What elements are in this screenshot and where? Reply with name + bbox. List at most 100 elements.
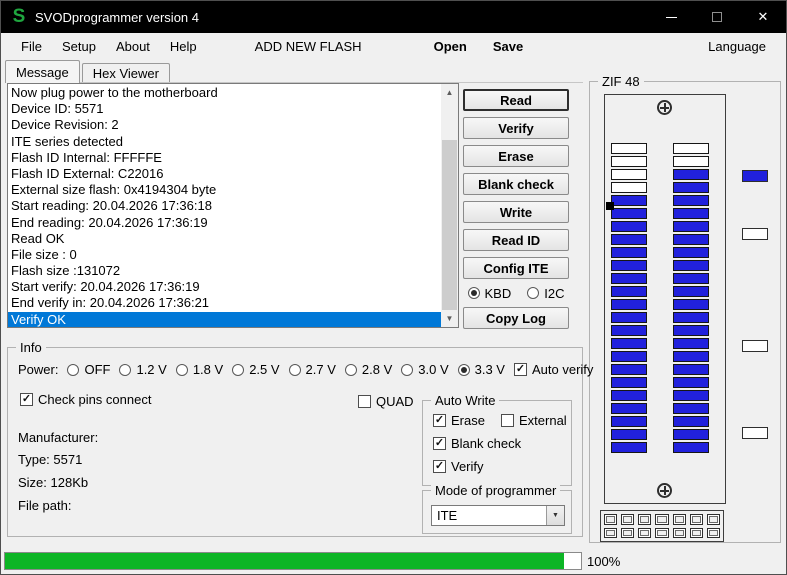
zif-pin — [673, 299, 709, 310]
zif-pin — [611, 364, 647, 375]
mode-of-programmer-group: Mode of programmer ITE ▼ — [422, 483, 572, 534]
zif-pad — [672, 527, 686, 538]
log-line[interactable]: Start reading: 20.04.2026 17:36:18 — [8, 198, 441, 214]
power-radio-2-8v[interactable]: 2.8 V — [344, 362, 392, 377]
erase-button[interactable]: Erase — [463, 145, 569, 167]
log-line-selected[interactable]: Verify OK — [8, 311, 441, 327]
zif-pad — [621, 527, 635, 538]
menu-setup[interactable]: Setup — [52, 39, 106, 54]
power-label: Power: — [18, 362, 59, 377]
dropdown-arrow-icon[interactable]: ▼ — [546, 506, 564, 525]
scrollbar-thumb[interactable] — [442, 140, 457, 310]
zif-pin — [611, 260, 647, 271]
config-ite-button[interactable]: Config ITE — [463, 257, 569, 279]
app-window: S SVODprogrammer version 4 ✕ File Setup … — [0, 0, 787, 575]
log-line[interactable]: Device Revision: 2 — [8, 117, 441, 133]
checkbox-icon — [433, 414, 446, 427]
read-id-button[interactable]: Read ID — [463, 229, 569, 251]
auto-write-erase-checkbox[interactable]: Erase — [433, 413, 485, 428]
log-line[interactable]: End verify in: 20.04.2026 17:36:21 — [8, 295, 441, 311]
auto-write-blank-check-checkbox[interactable]: Blank check — [433, 436, 521, 451]
log-lines: Now plug power to the motherboard Device… — [8, 85, 441, 327]
power-radio-1-8v[interactable]: 1.8 V — [175, 362, 223, 377]
zif-pad — [638, 527, 652, 538]
menu-file[interactable]: File — [11, 39, 52, 54]
tab-hex-viewer[interactable]: Hex Viewer — [81, 63, 170, 82]
info-group-label: Info — [16, 340, 46, 355]
i2c-radio-label: I2C — [544, 285, 565, 301]
kbd-radio[interactable]: KBD — [467, 285, 512, 301]
radio-icon — [232, 363, 245, 376]
log-line[interactable]: Flash ID External: C22016 — [8, 166, 441, 182]
zif-pin — [611, 182, 647, 193]
log-line[interactable]: Flash ID Internal: FFFFFE — [8, 150, 441, 166]
zif-pin — [673, 208, 709, 219]
log-line[interactable]: Read OK — [8, 231, 441, 247]
power-radio-off[interactable]: OFF — [67, 362, 110, 377]
screw-icon — [657, 483, 672, 498]
zif-pin — [611, 195, 647, 206]
manufacturer-label: Manufacturer: — [18, 430, 99, 445]
menu-help[interactable]: Help — [160, 39, 207, 54]
zif-pin — [611, 247, 647, 258]
power-radio-1-2v[interactable]: 1.2 V — [119, 362, 167, 377]
menu-about[interactable]: About — [106, 39, 160, 54]
checkbox-label: Check pins connect — [38, 392, 152, 407]
zif-pin — [611, 390, 647, 401]
auto-verify-checkbox[interactable]: Auto verify — [513, 362, 594, 377]
menu-save[interactable]: Save — [483, 39, 533, 54]
zif-pin — [611, 429, 647, 440]
log-line[interactable]: File size : 0 — [8, 247, 441, 263]
zif-pin — [611, 208, 647, 219]
checkbox-label: Verify — [451, 459, 484, 474]
minimize-button[interactable] — [648, 1, 694, 33]
zif-pin — [673, 338, 709, 349]
log-line[interactable]: Now plug power to the motherboard — [8, 85, 441, 101]
power-radio-3-0v[interactable]: 3.0 V — [401, 362, 449, 377]
close-button[interactable]: ✕ — [740, 1, 786, 33]
read-button[interactable]: Read — [463, 89, 569, 111]
menu-language[interactable]: Language — [698, 39, 776, 54]
i2c-radio[interactable]: I2C — [527, 286, 564, 301]
zif-pin — [611, 143, 647, 154]
power-radio-3-3v[interactable]: 3.3 V — [457, 362, 505, 377]
log-line[interactable]: End reading: 20.04.2026 17:36:19 — [8, 215, 441, 231]
verify-button[interactable]: Verify — [463, 117, 569, 139]
power-radio-2-7v[interactable]: 2.7 V — [288, 362, 336, 377]
check-pins-connect-checkbox[interactable]: Check pins connect — [20, 392, 151, 407]
auto-write-group-label: Auto Write — [431, 393, 500, 408]
zif-pin — [673, 221, 709, 232]
zif-pin — [611, 416, 647, 427]
log-line[interactable]: Start verify: 20.04.2026 17:36:19 — [8, 279, 441, 295]
log-line[interactable]: Device ID: 5571 — [8, 101, 441, 117]
zif-pin — [611, 299, 647, 310]
zif-pad — [655, 527, 669, 538]
copy-log-button[interactable]: Copy Log — [463, 307, 569, 329]
log-line[interactable]: Flash size :131072 — [8, 263, 441, 279]
mode-combobox[interactable]: ITE ▼ — [431, 505, 565, 526]
tab-message[interactable]: Message — [5, 60, 80, 83]
auto-write-external-checkbox[interactable]: External — [501, 413, 567, 428]
zif-pad — [706, 514, 720, 525]
kbd-radio-label: KBD — [484, 285, 512, 301]
power-radio-2-5v[interactable]: 2.5 V — [232, 362, 280, 377]
zif-pin — [673, 403, 709, 414]
blank-check-button[interactable]: Blank check — [463, 173, 569, 195]
log-line[interactable]: ITE series detected — [8, 134, 441, 150]
checkbox-label: Auto verify — [531, 362, 594, 377]
checkbox-icon — [513, 363, 527, 376]
scroll-up-icon[interactable]: ▲ — [441, 84, 458, 101]
menu-open[interactable]: Open — [424, 39, 477, 54]
maximize-button[interactable] — [694, 1, 740, 33]
menu-add-new-flash[interactable]: ADD NEW FLASH — [245, 39, 372, 54]
scroll-down-icon[interactable]: ▼ — [441, 310, 458, 327]
auto-write-verify-checkbox[interactable]: Verify — [433, 459, 484, 474]
write-button[interactable]: Write — [463, 201, 569, 223]
zif-pin — [673, 416, 709, 427]
log-line[interactable]: External size flash: 0x4194304 byte — [8, 182, 441, 198]
zif-pin — [673, 377, 709, 388]
checkbox-icon — [433, 437, 446, 450]
quad-checkbox[interactable]: QUAD — [358, 394, 414, 409]
log-scrollbar[interactable]: ▲ ▼ — [441, 84, 458, 327]
screw-icon — [657, 100, 672, 115]
